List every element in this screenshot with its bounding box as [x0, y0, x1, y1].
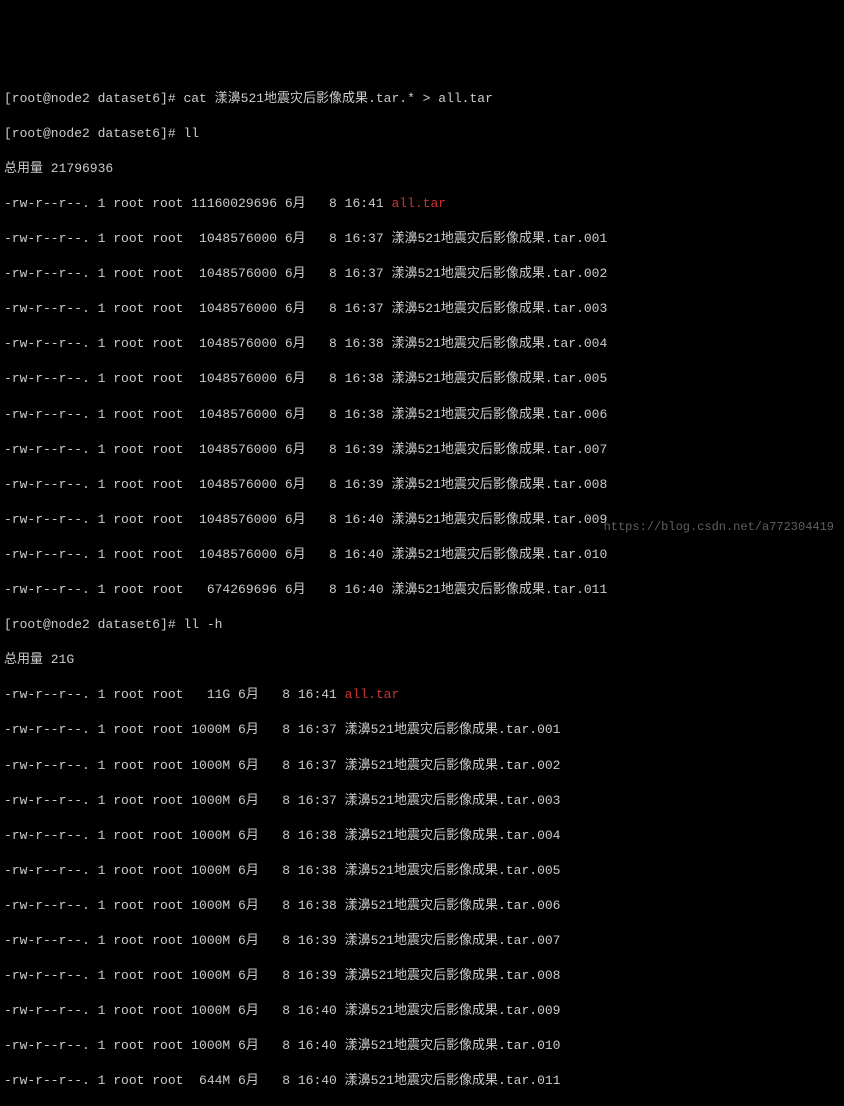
file-row: -rw-r--r--. 1 root root 1048576000 6月 8 … [4, 546, 840, 564]
file-row: -rw-r--r--. 1 root root 1048576000 6月 8 … [4, 511, 840, 529]
file-row: -rw-r--r--. 1 root root 1000M 6月 8 16:40… [4, 1037, 840, 1055]
file-row: -rw-r--r--. 1 root root 1000M 6月 8 16:38… [4, 827, 840, 845]
all-tar-filename: all.tar [345, 687, 400, 702]
file-row: -rw-r--r--. 1 root root 1000M 6月 8 16:37… [4, 721, 840, 739]
file-row: -rw-r--r--. 1 root root 1000M 6月 8 16:37… [4, 757, 840, 775]
command-ll-h: ll -h [183, 617, 222, 632]
file-row: -rw-r--r--. 1 root root 1048576000 6月 8 … [4, 476, 840, 494]
prompt: [root@node2 dataset6]# [4, 617, 176, 632]
file-row: -rw-r--r--. 1 root root 1048576000 6月 8 … [4, 335, 840, 353]
total-line: 总用量 21796936 [4, 160, 840, 178]
prompt-line: [root@node2 dataset6]# ll -h [4, 616, 840, 634]
prompt-line: [root@node2 dataset6]# ll [4, 125, 840, 143]
terminal-output[interactable]: [root@node2 dataset6]# cat 漾濞521地震灾后影像成果… [4, 72, 840, 1106]
file-row: -rw-r--r--. 1 root root 1000M 6月 8 16:39… [4, 932, 840, 950]
file-row: -rw-r--r--. 1 root root 1048576000 6月 8 … [4, 230, 840, 248]
file-row: -rw-r--r--. 1 root root 1048576000 6月 8 … [4, 265, 840, 283]
file-row: -rw-r--r--. 1 root root 1048576000 6月 8 … [4, 406, 840, 424]
file-row: -rw-r--r--. 1 root root 1048576000 6月 8 … [4, 300, 840, 318]
file-row: -rw-r--r--. 1 root root 1000M 6月 8 16:38… [4, 897, 840, 915]
file-row: -rw-r--r--. 1 root root 674269696 6月 8 1… [4, 581, 840, 599]
prompt-line: [root@node2 dataset6]# cat 漾濞521地震灾后影像成果… [4, 90, 840, 108]
file-row: -rw-r--r--. 1 root root 11160029696 6月 8… [4, 195, 840, 213]
file-row: -rw-r--r--. 1 root root 644M 6月 8 16:40 … [4, 1072, 840, 1090]
file-row: -rw-r--r--. 1 root root 1048576000 6月 8 … [4, 370, 840, 388]
file-row: -rw-r--r--. 1 root root 1000M 6月 8 16:40… [4, 1002, 840, 1020]
file-row: -rw-r--r--. 1 root root 11G 6月 8 16:41 a… [4, 686, 840, 704]
file-row: -rw-r--r--. 1 root root 1000M 6月 8 16:38… [4, 862, 840, 880]
command-ll: ll [183, 126, 199, 141]
prompt: [root@node2 dataset6]# [4, 91, 176, 106]
all-tar-filename: all.tar [391, 196, 446, 211]
file-row: -rw-r--r--. 1 root root 1000M 6月 8 16:37… [4, 792, 840, 810]
prompt: [root@node2 dataset6]# [4, 126, 176, 141]
file-meta: -rw-r--r--. 1 root root 11160029696 6月 8… [4, 196, 391, 211]
file-row: -rw-r--r--. 1 root root 1048576000 6月 8 … [4, 441, 840, 459]
command-cat: cat 漾濞521地震灾后影像成果.tar.* > all.tar [183, 91, 492, 106]
file-row: -rw-r--r--. 1 root root 1000M 6月 8 16:39… [4, 967, 840, 985]
file-meta: -rw-r--r--. 1 root root 11G 6月 8 16:41 [4, 687, 345, 702]
total-line: 总用量 21G [4, 651, 840, 669]
